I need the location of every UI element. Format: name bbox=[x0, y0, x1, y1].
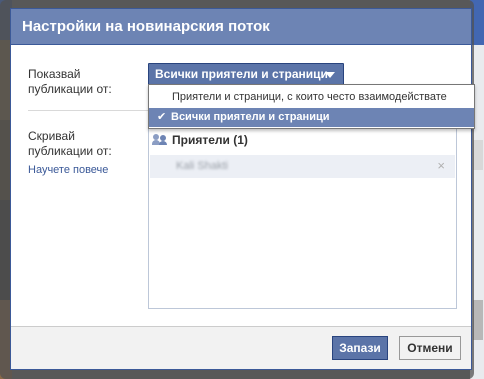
news-feed-settings-dialog: Настройки на новинарския поток Показвай … bbox=[10, 8, 475, 370]
show-posts-label: Показвай публикации от: bbox=[28, 67, 112, 96]
show-posts-dropdown[interactable]: Всички приятели и страници bbox=[148, 63, 344, 85]
dropdown-value: Всички приятели и страници bbox=[155, 67, 328, 81]
check-icon: ✔ bbox=[157, 111, 167, 123]
friends-group-header: Приятели (1) bbox=[152, 133, 248, 147]
dialog-title: Настройки на новинарския поток bbox=[11, 9, 471, 45]
save-button[interactable]: Запази bbox=[332, 336, 388, 360]
menu-item-label: Всички приятели и страници bbox=[171, 111, 330, 123]
cancel-button[interactable]: Отмени bbox=[399, 336, 461, 360]
dialog-footer: Запази Отмени bbox=[11, 326, 471, 369]
hide-posts-label: Скривай публикации от: bbox=[28, 129, 112, 158]
list-item[interactable]: Kali Shakti × bbox=[150, 155, 455, 178]
friends-icon bbox=[152, 134, 168, 145]
friends-group-label: Приятели (1) bbox=[172, 133, 248, 147]
menu-item-frequent[interactable]: Приятели и страници, с които често взаим… bbox=[149, 88, 474, 107]
learn-more-link[interactable]: Научете повече bbox=[28, 164, 108, 176]
menu-item-all[interactable]: ✔ Всички приятели и страници bbox=[149, 108, 474, 127]
menu-item-label: Приятели и страници, с които често взаим… bbox=[172, 91, 447, 103]
close-icon[interactable]: × bbox=[437, 158, 445, 173]
hidden-friend-name: Kali Shakti bbox=[176, 160, 228, 172]
hidden-list[interactable]: Приятели (1) Kali Shakti × bbox=[148, 122, 457, 309]
caret-down-icon bbox=[325, 72, 335, 78]
dropdown-menu: Приятели и страници, с които често взаим… bbox=[148, 84, 475, 129]
